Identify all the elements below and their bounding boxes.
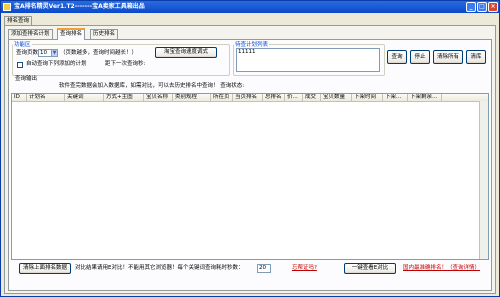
maximize-icon[interactable]: □ [477, 2, 487, 12]
next-query-label: 距下一次查询秒: [105, 61, 146, 67]
stop-button[interactable]: 停止 [410, 50, 430, 64]
clear-all-button[interactable]: 清除所有 [433, 50, 463, 64]
column-header[interactable]: 下架剩余... [408, 94, 442, 101]
output-label: 查询输出 [15, 76, 38, 82]
column-header[interactable]: 方式+主图 [104, 94, 144, 101]
column-header[interactable]: 下架时间 [352, 94, 383, 101]
tab-history-rank[interactable]: 历史排名 [90, 29, 119, 39]
column-header[interactable]: 关键词 [65, 94, 104, 101]
vertical-scrollbar[interactable] [479, 101, 488, 259]
column-header[interactable]: 计划名 [27, 94, 65, 101]
column-header[interactable]: ID [12, 94, 27, 101]
app-window: 宝A排名精灵Ver1.T2-------宝A卖家工具箱出品 _ □ × 排名查询… [0, 0, 500, 297]
function-area-legend: 功能区 [14, 42, 31, 48]
plan-list-textarea[interactable]: 11111 [236, 48, 380, 72]
column-header[interactable]: 类别规程 [173, 94, 211, 101]
clear-db-button[interactable]: 清库 [466, 50, 486, 64]
minimize-icon[interactable]: _ [466, 2, 476, 12]
output-message: 软件查完数据会加入数据库，如需对比，可以去历史排名中查询！ 查询状态: [59, 83, 245, 89]
column-header[interactable]: 宝贝数量 [321, 94, 352, 101]
view-compare-button[interactable]: 一键查看E对比 [344, 263, 396, 274]
latest-rank-link[interactable]: 国内最准确排名！（查询详情） [403, 265, 480, 272]
column-header[interactable]: 成交 [303, 94, 321, 101]
column-header[interactable]: 价... [285, 94, 303, 101]
forgot-link[interactable]: 忘帮证吗? [292, 265, 317, 272]
pages-value: 10 [40, 50, 47, 56]
tab-query-rank[interactable]: 查询排名 [57, 28, 86, 40]
table-header: ID 计划名 关键词 方式+主图 宝贝名称 类别规程 所在页 当页排名 总排名 … [12, 94, 488, 102]
pages-select[interactable]: 10 ▼ [38, 49, 58, 57]
column-header[interactable]: 所在页 [211, 94, 233, 101]
column-header[interactable]: 当页排名 [233, 94, 263, 101]
tab-add-plan[interactable]: 添加查排名计划 [8, 29, 53, 39]
column-header[interactable]: 下架... [383, 94, 408, 101]
seconds-value: 20 [259, 265, 266, 271]
plan-list-legend: 待查计划列表 [235, 42, 269, 48]
main-panel: 添加查排名计划 查询排名 历史排名 功能区 查询页数 10 ▼ （页数越多，查询… [4, 25, 496, 294]
speed-mode-button[interactable]: 淘宝查询速度调式 [155, 47, 217, 58]
column-header[interactable]: 宝贝名称 [144, 94, 173, 101]
auto-query-checkbox[interactable] [17, 62, 23, 68]
query-button[interactable]: 查询 [387, 50, 407, 64]
pages-hint: （页数越多，查询时间越长！） [60, 50, 138, 56]
close-icon[interactable]: × [488, 2, 498, 12]
results-table[interactable]: ID 计划名 关键词 方式+主图 宝贝名称 类别规程 所在页 当页排名 总排名 … [11, 93, 489, 260]
compare-hint: 对比结果请用E对比！不能用其它浏览器！每个关键词查询耗时秒数： [75, 265, 244, 271]
query-tab-content: 功能区 查询页数 10 ▼ （页数越多，查询时间越长！） 淘宝查询速度调式 自动… [8, 39, 492, 291]
title-bar[interactable]: 宝A排名精灵Ver1.T2-------宝A卖家工具箱出品 _ □ × [1, 1, 499, 13]
chevron-down-icon[interactable]: ▼ [51, 50, 57, 56]
window-title: 宝A排名精灵Ver1.T2-------宝A卖家工具箱出品 [14, 3, 145, 10]
seconds-input[interactable]: 20 [257, 264, 271, 273]
pages-label: 查询页数 [16, 50, 39, 56]
app-icon [3, 3, 11, 11]
function-area: 功能区 [12, 40, 230, 76]
clear-rank-data-button[interactable]: 清除上面排名数据 [19, 263, 71, 274]
plan-list-value: 11111 [238, 49, 256, 55]
column-header[interactable]: 总排名 [263, 94, 285, 101]
auto-query-label: 自动查询下列添加的计划 [26, 61, 87, 67]
